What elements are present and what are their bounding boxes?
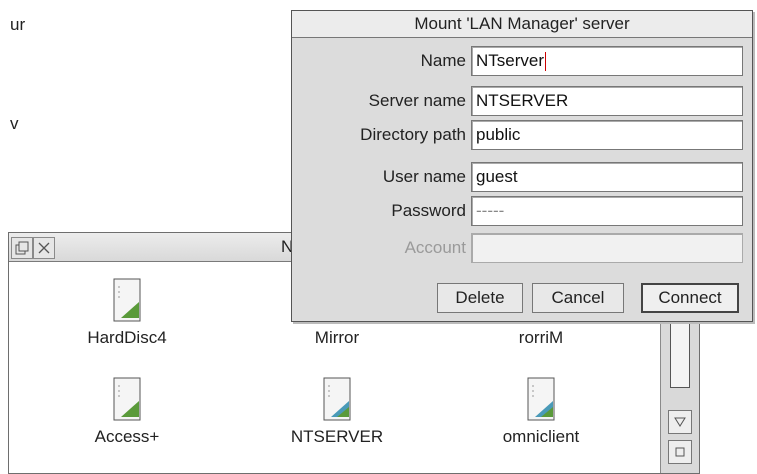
item-label: omniclient xyxy=(502,427,580,446)
name-row: Name NTserver xyxy=(292,46,752,78)
directory-path-label: Directory path xyxy=(360,125,466,144)
directory-path-value: public xyxy=(476,125,521,144)
mount-server-dialog: Mount 'LAN Manager' server Name NTserver… xyxy=(291,10,753,322)
drive-icon-harddisc4[interactable]: HardDisc4 xyxy=(52,278,202,348)
drive-icon-access[interactable]: Access+ xyxy=(52,377,202,447)
scroll-down-arrow-icon[interactable] xyxy=(668,410,692,434)
user-name-row: User name guest xyxy=(292,162,752,194)
drive-icon-omniclient[interactable]: omniclient xyxy=(466,377,616,447)
password-row: Password ----- xyxy=(292,196,752,228)
name-label: Name xyxy=(420,51,466,70)
item-label: Mirror xyxy=(314,328,360,347)
connect-button[interactable]: Connect xyxy=(641,283,739,313)
item-label: HardDisc4 xyxy=(87,328,167,347)
drive-icon xyxy=(113,278,141,322)
delete-button[interactable]: Delete xyxy=(437,283,523,313)
background-text-fragment: ur xyxy=(10,15,26,34)
user-name-value: guest xyxy=(476,167,518,186)
resize-icon[interactable] xyxy=(668,440,692,464)
network-drive-icon xyxy=(323,377,351,421)
user-name-field[interactable]: guest xyxy=(471,162,743,192)
server-name-row: Server name NTSERVER xyxy=(292,86,752,118)
name-field[interactable]: NTserver xyxy=(471,46,743,76)
password-value: ----- xyxy=(476,201,505,220)
password-label: Password xyxy=(391,201,466,220)
item-label: NTSERVER xyxy=(290,427,384,446)
dialog-title[interactable]: Mount 'LAN Manager' server xyxy=(292,11,752,38)
background-text-fragment: v xyxy=(10,114,19,133)
close-icon[interactable] xyxy=(33,237,55,259)
account-label: Account xyxy=(404,238,466,257)
item-label: Access+ xyxy=(94,427,160,446)
password-field[interactable]: ----- xyxy=(471,196,743,226)
text-caret xyxy=(545,52,547,72)
server-name-field[interactable]: NTSERVER xyxy=(471,86,743,116)
drive-icon xyxy=(113,377,141,421)
directory-path-field[interactable]: public xyxy=(471,120,743,150)
back-icon[interactable] xyxy=(11,237,33,259)
account-row: Account xyxy=(292,233,752,265)
network-drive-icon xyxy=(527,377,555,421)
item-label: rorriM xyxy=(518,328,564,347)
name-value: NTserver xyxy=(476,51,545,70)
server-name-label: Server name xyxy=(368,91,466,110)
account-field xyxy=(471,233,743,263)
server-name-value: NTSERVER xyxy=(476,91,569,110)
user-name-label: User name xyxy=(382,167,466,186)
directory-path-row: Directory path public xyxy=(292,120,752,152)
cancel-button[interactable]: Cancel xyxy=(532,283,624,313)
drive-icon-ntserver[interactable]: NTSERVER xyxy=(262,377,412,447)
